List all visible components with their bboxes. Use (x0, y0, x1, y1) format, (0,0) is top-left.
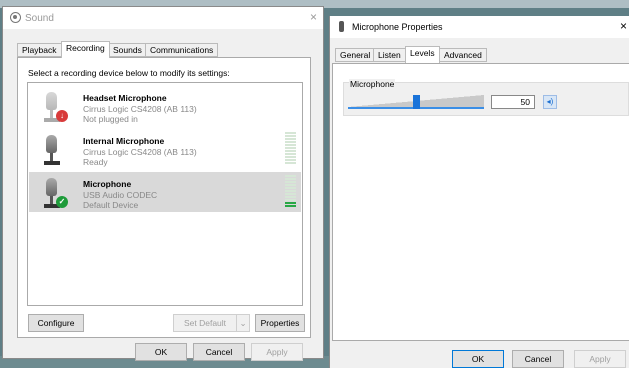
cancel-button[interactable]: Cancel (193, 343, 245, 361)
meter-segment (285, 147, 296, 149)
close-icon[interactable]: × (620, 19, 627, 33)
tab-general[interactable]: General (335, 48, 376, 62)
meter-segment (285, 193, 296, 195)
close-icon[interactable]: × (310, 10, 317, 24)
apply-button[interactable]: Apply (251, 343, 303, 361)
volume-value-field[interactable]: 50 (491, 95, 535, 109)
meter-segment (285, 181, 296, 183)
microphone-properties-window: Microphone Properties × General Listen L… (329, 16, 629, 368)
default-check-icon: ✓ (56, 196, 68, 208)
tab-recording[interactable]: Recording (61, 41, 110, 58)
properties-button[interactable]: Properties (255, 314, 305, 332)
meter-segment (285, 141, 296, 143)
tab-advanced[interactable]: Advanced (439, 48, 487, 62)
meter-segment (285, 175, 296, 177)
level-meter (285, 132, 296, 167)
meter-segment (285, 144, 296, 146)
meter-segment (285, 162, 296, 164)
tab-listen[interactable]: Listen (373, 48, 406, 62)
meter-segment (285, 159, 296, 161)
device-microphone[interactable]: ✓ Microphone USB Audio CODEC Default Dev… (29, 172, 301, 212)
levels-panel: Microphone 50 ◂) (332, 63, 629, 341)
level-meter (285, 175, 296, 210)
device-name: Headset Microphone (83, 93, 167, 103)
group-label: Microphone (349, 79, 396, 89)
apply-button[interactable]: Apply (574, 350, 626, 368)
title-bar: Microphone Properties × (330, 16, 629, 38)
speaker-icon[interactable]: ◂) (543, 95, 557, 109)
device-driver: USB Audio CODEC (83, 190, 158, 200)
device-name: Internal Microphone (83, 136, 165, 146)
tab-communications[interactable]: Communications (145, 43, 219, 57)
instruction-text: Select a recording device below to modif… (28, 68, 230, 78)
device-internal-microphone[interactable]: Internal Microphone Cirrus Logic CS4208 … (29, 129, 301, 169)
device-status: Default Device (83, 200, 139, 210)
meter-segment (285, 132, 296, 134)
meter-segment (285, 156, 296, 158)
device-headset-microphone[interactable]: ↓ Headset Microphone Cirrus Logic CS4208… (29, 86, 301, 126)
tab-playback[interactable]: Playback (17, 43, 62, 57)
volume-slider-thumb[interactable] (413, 95, 420, 109)
set-default-button[interactable]: Set Default (173, 314, 237, 332)
device-status: Not plugged in (83, 114, 138, 124)
tab-levels[interactable]: Levels (405, 46, 440, 63)
window-title: Microphone Properties (352, 22, 443, 32)
device-name: Microphone (83, 179, 132, 189)
recording-panel: Select a recording device below to modif… (17, 57, 311, 338)
meter-segment (285, 153, 296, 155)
meter-segment (285, 190, 296, 192)
chevron-down-icon: ⌄ (239, 318, 247, 328)
device-driver: Cirrus Logic CS4208 (AB 113) (83, 147, 197, 157)
device-status: Ready (83, 157, 108, 167)
sound-window: Sound × Playback Recording Sounds Commun… (2, 6, 324, 361)
set-default-dropdown[interactable]: ⌄ (236, 314, 250, 332)
meter-segment (285, 184, 296, 186)
meter-segment (285, 135, 296, 137)
sound-icon (10, 12, 21, 23)
microphone-icon (42, 135, 62, 167)
ok-button[interactable]: OK (452, 350, 504, 368)
tab-sounds[interactable]: Sounds (108, 43, 147, 57)
configure-button[interactable]: Configure (28, 314, 84, 332)
meter-segment (285, 196, 296, 198)
title-bar: Sound × (3, 7, 323, 29)
meter-segment (285, 150, 296, 152)
meter-segment (285, 178, 296, 180)
window-title: Sound (25, 13, 54, 24)
device-driver: Cirrus Logic CS4208 (AB 113) (83, 104, 197, 114)
device-list: ↓ Headset Microphone Cirrus Logic CS4208… (27, 82, 303, 306)
microphone-level-group: Microphone 50 ◂) (343, 79, 629, 116)
microphone-icon (339, 21, 344, 32)
not-plugged-arrow-icon: ↓ (56, 110, 68, 122)
meter-segment (285, 205, 296, 207)
meter-segment (285, 138, 296, 140)
ok-button[interactable]: OK (135, 343, 187, 361)
meter-segment (285, 199, 296, 201)
meter-segment (285, 202, 296, 204)
meter-segment (285, 187, 296, 189)
cancel-button[interactable]: Cancel (512, 350, 564, 368)
